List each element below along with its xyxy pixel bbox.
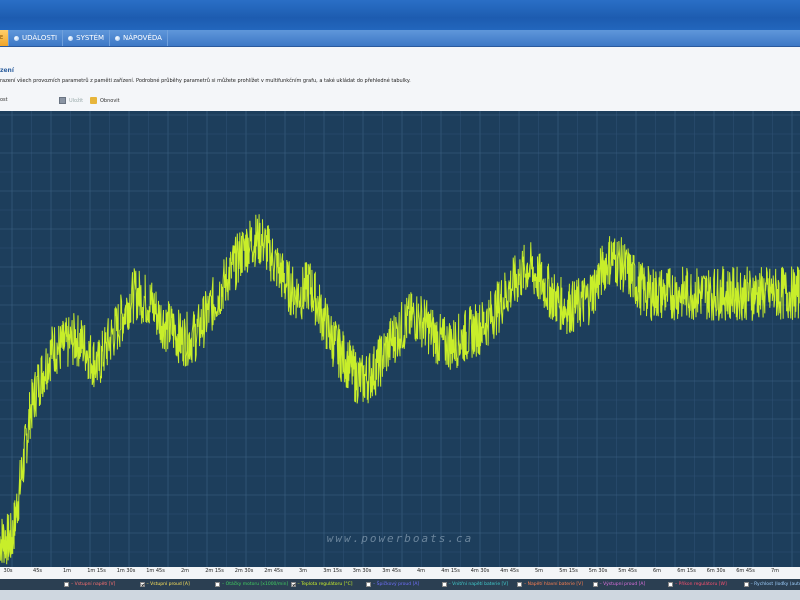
chart-area[interactable]	[0, 111, 800, 571]
x-tick-label: 4m 30s	[470, 568, 490, 574]
tab-help[interactable]: NÁPOVĚDA	[110, 30, 168, 46]
legend-checkbox[interactable]	[441, 582, 447, 587]
legend-label: – Rychlost (loďky (auto)	[750, 582, 800, 587]
bullet-icon	[68, 35, 74, 41]
x-tick-label: 2m	[180, 568, 190, 574]
tab-label: NÁPOVĚDA	[123, 34, 162, 42]
x-tick-label: 2m 45s	[264, 568, 283, 574]
legend-checkbox[interactable]	[290, 582, 296, 587]
watermark-text: www.powerboats.ca	[326, 532, 474, 545]
toolbar-left-label: ost	[0, 97, 8, 103]
legend-label: – Vnitřní napětí baterie [V]	[448, 582, 509, 587]
legend-checkbox[interactable]	[139, 582, 145, 587]
x-tick-label: 6m 45s	[736, 568, 755, 574]
legend-label: – Teplota regulátoru [°C]	[297, 582, 353, 587]
refresh-icon	[90, 97, 97, 104]
x-tick-label: 4m 45s	[500, 568, 519, 574]
legend-item[interactable]: – Otáčky motoru [x1000/min]	[215, 580, 288, 589]
x-tick-label: 5m	[534, 568, 544, 574]
legend-item[interactable]: – Špičkový proud [A]	[366, 580, 419, 589]
x-tick-label: 1m 15s	[87, 568, 106, 574]
legend-checkbox[interactable]	[743, 582, 749, 587]
legend-item[interactable]: – Teplota regulátoru [°C]	[290, 580, 353, 589]
tab-label: UDÁLOSTI	[22, 34, 58, 42]
toolbar-left-button[interactable]: ost	[0, 97, 8, 103]
legend-label: – Otáčky motoru [x1000/min]	[222, 582, 289, 587]
x-tick-label: 4m	[416, 568, 426, 574]
chart-legend: – Vstupní napětí [V] – Vstupní proud [A] –…	[0, 579, 800, 590]
legend-label: – Špičkový proud [A]	[373, 582, 420, 587]
save-icon	[59, 97, 66, 104]
status-bar	[0, 590, 800, 600]
legend-checkbox[interactable]	[592, 582, 598, 587]
x-tick-label: 6m 15s	[677, 568, 696, 574]
section-description: razení všech provozních parametrů z pamě…	[0, 78, 411, 84]
legend-checkbox[interactable]	[517, 582, 522, 587]
legend-checkbox[interactable]	[668, 582, 673, 587]
x-axis: 30s 45s 1m 1m 15s 1m 30s 1m 45s 2m 2m 15s 2m 30s…	[0, 567, 800, 579]
x-tick-label: 2m 30s	[234, 568, 254, 574]
legend-checkbox[interactable]	[215, 582, 220, 587]
x-tick-label: 4m 15s	[441, 568, 460, 574]
legend-item[interactable]: – Rychlost (loďky (auto)	[743, 580, 800, 589]
info-panel: zení razení všech provozních parametrů z…	[0, 47, 800, 112]
x-tick-label: 1m 30s	[116, 568, 136, 574]
x-tick-label: 5m 15s	[559, 568, 578, 574]
x-tick-label: 6m	[652, 568, 662, 574]
legend-label: – Výstupní proud [A]	[599, 582, 646, 587]
x-tick-label: 45s	[33, 568, 42, 574]
legend-label: – Příkon regulátoru [W]	[675, 582, 727, 587]
legend-checkbox[interactable]	[366, 582, 371, 587]
x-tick-label: 2m 15s	[205, 568, 224, 574]
tab-active[interactable]: E	[0, 30, 9, 46]
window-title-bar	[0, 0, 800, 30]
bullet-icon	[115, 35, 121, 41]
save-button[interactable]: Uložit	[59, 97, 83, 104]
x-tick-label: 7m	[770, 568, 780, 574]
tab-events[interactable]: UDÁLOSTI	[9, 30, 64, 46]
save-label: Uložit	[69, 97, 84, 104]
section-title: zení	[0, 67, 14, 74]
x-tick-label: 5m 45s	[618, 568, 637, 574]
legend-item[interactable]: – Vstupní proud [A]	[139, 580, 190, 589]
legend-item[interactable]: – Vstupní napětí [V]	[64, 580, 115, 589]
legend-item[interactable]: – Příkon regulátoru [W]	[668, 580, 727, 589]
x-tick-label: 1m	[62, 568, 72, 574]
refresh-label: Obnovit	[100, 97, 120, 104]
x-tick-label: 1m 45s	[146, 568, 165, 574]
x-tick-label: 6m 30s	[706, 568, 726, 574]
x-tick-label: 3m 45s	[382, 568, 401, 574]
legend-label: – Vstupní napětí [V]	[71, 582, 116, 587]
x-tick-label: 3m	[298, 568, 308, 574]
x-tick-label: 3m 15s	[323, 568, 342, 574]
main-tabs: E UDÁLOSTI SYSTÉM NÁPOVĚDA	[0, 30, 800, 47]
x-tick-label: 3m 30s	[352, 568, 372, 574]
legend-item[interactable]: – Výstupní proud [A]	[592, 580, 646, 589]
bullet-icon	[14, 35, 19, 41]
legend-label: – Vstupní proud [A]	[146, 582, 190, 587]
tab-label: E	[0, 35, 4, 41]
tab-system[interactable]: SYSTÉM	[63, 30, 111, 46]
x-tick-label: 5m 30s	[588, 568, 608, 574]
refresh-button[interactable]: Obnovit	[90, 97, 120, 104]
legend-item[interactable]: – Vnitřní napětí baterie [V]	[441, 580, 509, 589]
x-tick-label: 30s	[3, 568, 13, 574]
legend-item[interactable]: – Napětí hlavní baterie [V]	[517, 580, 583, 589]
legend-label: – Napětí hlavní baterie [V]	[524, 582, 583, 587]
tab-label: SYSTÉM	[76, 34, 105, 42]
legend-checkbox[interactable]	[64, 582, 69, 587]
